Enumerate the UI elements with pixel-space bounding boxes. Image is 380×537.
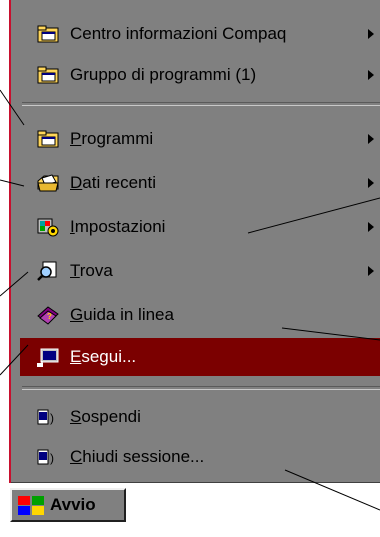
svg-text:): )	[50, 451, 54, 465]
menu-item-label: Chiudi sessione...	[70, 447, 205, 466]
submenu-arrow-icon	[368, 134, 374, 144]
windows-logo-icon	[16, 494, 46, 516]
submenu-arrow-icon	[368, 266, 374, 276]
documents-folder-icon	[36, 171, 60, 195]
menu-separator	[22, 386, 380, 390]
help-book-icon: ?	[36, 303, 60, 327]
menu-item-trova[interactable]: Trova	[20, 252, 380, 290]
menu-item-gruppo-programmi[interactable]: Gruppo di programmi (1)	[20, 56, 380, 94]
folder-program-icon	[36, 127, 60, 151]
submenu-arrow-icon	[368, 70, 374, 80]
menu-item-chiudi-sessione[interactable]: ) Chiudi sessione...	[20, 438, 380, 476]
menu-separator	[22, 102, 380, 106]
svg-text:): )	[50, 411, 54, 425]
submenu-arrow-icon	[368, 29, 374, 39]
submenu-arrow-icon	[368, 178, 374, 188]
folder-program-icon	[36, 22, 60, 46]
start-button[interactable]: Avvio	[10, 488, 126, 522]
menu-item-label: Trova	[70, 261, 113, 280]
menu-item-label: Guida in linea	[70, 305, 174, 324]
menu-item-label: Sospendi	[70, 407, 141, 426]
menu-item-label: Programmi	[70, 129, 154, 148]
submenu-arrow-icon	[368, 222, 374, 232]
menu-item-label: Gruppo di programmi (1)	[70, 65, 257, 84]
shutdown-icon: )	[36, 445, 60, 469]
settings-icon	[36, 215, 60, 239]
find-icon	[36, 259, 60, 283]
menu-item-label: Dati recenti	[70, 173, 156, 192]
menu-accent-bar	[9, 0, 11, 483]
folder-program-icon	[36, 63, 60, 87]
menu-item-impostazioni[interactable]: Impostazioni	[20, 208, 380, 246]
menu-item-sospendi[interactable]: ) Sospendi	[20, 398, 380, 436]
menu-item-dati-recenti[interactable]: Dati recenti	[20, 164, 380, 202]
menu-item-label: Esegui...	[70, 347, 137, 366]
menu-item-centro-informazioni[interactable]: Centro informazioni Compaq	[20, 15, 380, 53]
menu-item-label: Impostazioni	[70, 217, 166, 236]
menu-item-guida[interactable]: ? Guida in linea	[20, 296, 380, 334]
menu-item-esegui[interactable]: Esegui...	[20, 338, 380, 376]
run-icon	[36, 345, 60, 369]
suspend-icon: )	[36, 405, 60, 429]
menu-item-programmi[interactable]: Programmi	[20, 120, 380, 158]
menu-item-label: Centro informazioni Compaq	[70, 24, 287, 43]
start-button-label: Avvio	[50, 495, 96, 514]
svg-text:?: ?	[47, 312, 52, 321]
